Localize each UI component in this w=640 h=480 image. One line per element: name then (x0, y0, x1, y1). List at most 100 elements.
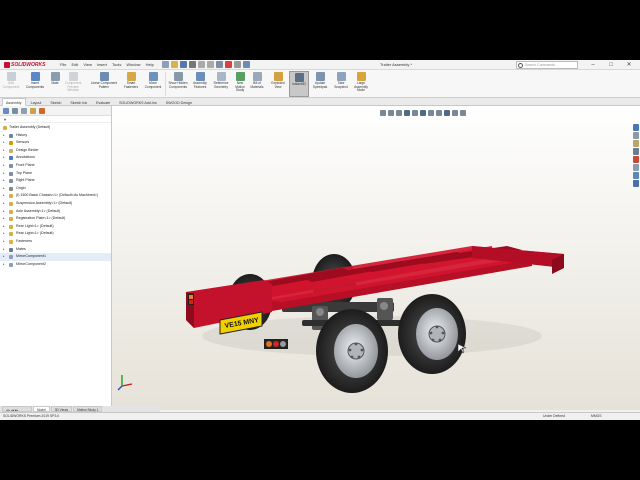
tab-layout[interactable]: Layout (27, 98, 46, 106)
ribbon-separator (165, 72, 166, 96)
solidworks-logo[interactable]: SOLIDWORKS (4, 61, 45, 69)
redo-icon[interactable] (207, 61, 214, 68)
expand-arrow-icon[interactable]: ▸ (3, 230, 5, 238)
trailer-chassis-model[interactable]: VE15 MNY (112, 106, 640, 410)
expand-arrow-icon[interactable]: ▸ (3, 238, 5, 246)
expand-arrow-icon[interactable]: ▸ (3, 200, 5, 208)
dimxpert-manager-tab-icon[interactable] (30, 108, 36, 114)
tab-evaluate[interactable]: Evaluate (92, 98, 114, 106)
tab-sketch-ink[interactable]: Sketch Ink (66, 98, 91, 106)
tree-item[interactable]: ▸ Rear Light<1> (Default) (0, 223, 111, 231)
expand-arrow-icon[interactable]: ▸ (3, 261, 5, 269)
undo-icon[interactable] (198, 61, 205, 68)
show-hidden-components-button[interactable]: Show Hidden Components (167, 72, 189, 89)
expand-arrow-icon[interactable]: ▸ (3, 132, 5, 140)
menu-view[interactable]: View (83, 62, 92, 67)
select-icon[interactable] (216, 61, 223, 68)
rear-light-right[interactable] (264, 339, 288, 349)
tab-assembly[interactable]: Assembly (2, 98, 26, 106)
menu-edit[interactable]: Edit (71, 62, 78, 67)
tree-root-assembly[interactable]: Trailer Assembly (Default) (0, 124, 111, 132)
expand-arrow-icon[interactable]: ▸ (3, 147, 5, 155)
update-speedpak-button[interactable]: Update Speedpak (310, 72, 330, 89)
search-commands-input[interactable]: Search Commands (516, 61, 578, 69)
mate-button[interactable]: Mate (48, 72, 62, 86)
linear-pattern-button[interactable]: Linear Component Pattern (86, 72, 122, 89)
component-preview-button[interactable]: Component Preview Window (62, 72, 84, 93)
insert-components-button[interactable]: Insert Components (24, 72, 46, 89)
new-motion-study-button[interactable]: New Motion Study (232, 72, 248, 93)
open-folder-icon[interactable] (171, 61, 178, 68)
expand-arrow-icon[interactable]: ▸ (3, 162, 5, 170)
tree-item[interactable]: ▸ Rear Light<1> (Default) (0, 230, 111, 238)
bill-of-materials-button[interactable]: Bill of Materials (248, 72, 266, 89)
exploded-view-button[interactable]: Exploded View (268, 72, 288, 89)
take-snapshot-button[interactable]: Take Snapshot (332, 72, 350, 89)
expand-arrow-icon[interactable]: ▸ (3, 208, 5, 216)
tab-solidworks-addins[interactable]: SOLIDWORKS Add-Ins (115, 98, 161, 106)
tree-item[interactable]: ▸ MirrorComponent2 (0, 261, 111, 269)
menu-file[interactable]: File (60, 62, 66, 67)
print-icon[interactable] (189, 61, 196, 68)
minimize-button[interactable]: – (584, 60, 602, 70)
tree-item[interactable]: ▸ MirrorComponent1 (0, 253, 111, 261)
rear-right-wheel[interactable] (398, 294, 466, 374)
status-units[interactable]: MMGS (591, 413, 602, 420)
reference-geometry-button[interactable]: Reference Geometry (210, 72, 232, 89)
tree-item[interactable]: ▸ Design Binder (0, 147, 111, 155)
tree-item[interactable]: ▸ Registration Plate<1> (Default) (0, 215, 111, 223)
tree-item[interactable]: ▸ Mates (0, 246, 111, 254)
tree-item[interactable]: ▸ Annotations (0, 154, 111, 162)
expand-arrow-icon[interactable]: ▸ (3, 215, 5, 223)
menu-window[interactable]: Window (126, 62, 140, 67)
feature-manager-tab-icon[interactable] (3, 108, 9, 114)
smart-fasteners-button[interactable]: Smart Fasteners (122, 72, 140, 89)
tree-item[interactable]: ▸ Front Plane (0, 162, 111, 170)
expand-arrow-icon[interactable]: ▸ (3, 139, 5, 147)
tree-item[interactable]: ▸ History (0, 132, 111, 140)
feature-tree: Trailer Assembly (Default) ▸ History ▸ Senso… (0, 123, 111, 268)
close-button[interactable]: ✕ (620, 60, 638, 70)
tab-swood-design[interactable]: SWOOD Design (162, 98, 196, 106)
expand-arrow-icon[interactable]: ▸ (3, 177, 5, 185)
tree-item[interactable]: ▸ Fasteners (0, 238, 111, 246)
configuration-manager-tab-icon[interactable] (21, 108, 27, 114)
graphics-area[interactable]: VE15 MNY (112, 106, 640, 410)
menu-tools[interactable]: Tools (112, 62, 121, 67)
tree-item[interactable]: ▸ Axle Assembly<1> (Default) (0, 208, 111, 216)
tree-item[interactable]: ▸ Origin (0, 185, 111, 193)
expand-arrow-icon[interactable]: ▸ (3, 246, 5, 254)
maximize-button[interactable]: □ (602, 60, 620, 70)
tree-item[interactable]: ▸ (f) 1500 Basic Chassis<1> (Default<As M… (0, 192, 111, 200)
command-manager-tabs: Assembly Layout Sketch Sketch Ink Evalua… (0, 98, 640, 106)
assembly-features-button[interactable]: Assembly Features (190, 72, 210, 89)
expand-arrow-icon[interactable]: ▸ (3, 223, 5, 231)
menu-help[interactable]: Help (146, 62, 154, 67)
expand-arrow-icon[interactable]: ▸ (3, 253, 5, 261)
property-manager-tab-icon[interactable] (12, 108, 18, 114)
tree-item[interactable]: ▸ Suspension Assembly<1> (Default) (0, 200, 111, 208)
file-properties-icon[interactable] (234, 61, 241, 68)
expand-arrow-icon[interactable]: ▸ (3, 170, 5, 178)
move-component-button[interactable]: Move Component (142, 72, 164, 89)
display-manager-tab-icon[interactable] (39, 108, 45, 114)
tab-sketch[interactable]: Sketch (46, 98, 65, 106)
instant3d-button[interactable]: Instant3D (289, 71, 309, 97)
expand-arrow-icon[interactable]: ▸ (3, 192, 5, 200)
rear-light-left[interactable] (188, 293, 194, 305)
tree-item[interactable]: ▸ Right Plane (0, 177, 111, 185)
expand-arrow-icon[interactable]: ▸ (3, 185, 5, 193)
menu-insert[interactable]: Insert (97, 62, 107, 67)
rebuild-icon[interactable] (225, 61, 232, 68)
tree-item[interactable]: ▸ Top Plane (0, 170, 111, 178)
expand-arrow-icon[interactable]: ▸ (3, 154, 5, 162)
edit-component-button[interactable]: Edit Component (2, 72, 20, 89)
tree-item[interactable]: ▸ Sensors (0, 139, 111, 147)
reference-geometry-icon (216, 72, 226, 81)
front-right-wheel[interactable] (316, 309, 388, 393)
save-icon[interactable] (180, 61, 187, 68)
feature-tree-filter[interactable]: ▼ (0, 116, 111, 123)
large-assembly-mode-button[interactable]: Large Assembly Mode (351, 72, 371, 93)
options-gear-icon[interactable] (243, 61, 250, 68)
new-document-icon[interactable] (162, 61, 169, 68)
